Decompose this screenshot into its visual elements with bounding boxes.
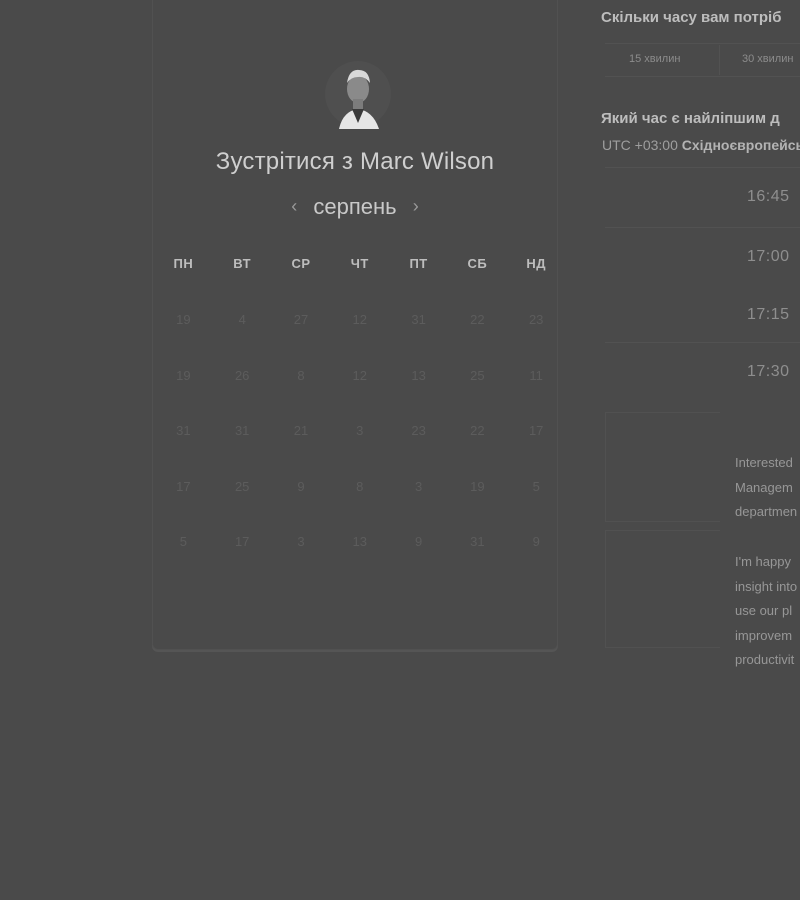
calendar-day[interactable]: 8 — [330, 479, 389, 494]
calendar-day[interactable]: 23 — [389, 423, 448, 438]
calendar-row: 5 17 3 13 9 31 9 — [154, 534, 566, 549]
weekday-label: СБ — [467, 256, 488, 271]
calendar-day[interactable]: 31 — [213, 423, 272, 438]
weekday-label: ПН — [173, 256, 194, 271]
duration-question: Скільки часу вам потріб — [601, 9, 782, 26]
calendar-day[interactable]: 25 — [448, 368, 507, 383]
description-line: use our pl — [735, 603, 793, 618]
info-panel — [605, 412, 720, 522]
calendar-day[interactable]: 12 — [330, 312, 389, 327]
calendar-day[interactable]: 3 — [389, 479, 448, 494]
calendar-row: 17 25 9 8 3 19 5 — [154, 479, 566, 494]
description-paragraph: I'm happy insight into use our pl improv… — [735, 550, 800, 673]
calendar-day[interactable]: 3 — [330, 423, 389, 438]
description-line: Managem — [735, 479, 793, 495]
timezone-name: Східноєвропейсь — [681, 137, 800, 153]
duration-option-30[interactable]: 30 хвилин — [742, 53, 793, 65]
next-month-button[interactable]: › — [403, 196, 429, 217]
calendar-day[interactable]: 8 — [272, 368, 331, 383]
calendar-day[interactable]: 5 — [507, 479, 566, 494]
calendar-day[interactable]: 31 — [154, 423, 213, 438]
time-slot[interactable]: 17:30 — [605, 342, 800, 400]
host-avatar — [321, 59, 395, 129]
calendar-day[interactable]: 4 — [213, 312, 272, 327]
calendar-day[interactable]: 19 — [154, 312, 213, 327]
calendar-day[interactable]: 17 — [154, 479, 213, 494]
calendar-day[interactable]: 12 — [330, 368, 389, 383]
calendar-row: 19 4 27 12 31 22 23 — [154, 312, 566, 327]
weekday-label: ВТ — [233, 256, 252, 271]
page-title: Зустрітися з Marc Wilson — [215, 148, 495, 175]
time-slot-label: 17:30 — [747, 362, 790, 380]
time-question: Який час є найліпшим д — [601, 110, 780, 127]
calendar-day[interactable]: 3 — [272, 534, 331, 549]
calendar-day[interactable]: 31 — [389, 312, 448, 327]
info-panel — [605, 530, 720, 648]
calendar-day[interactable]: 17 — [507, 423, 566, 438]
calendar-day[interactable]: 27 — [272, 312, 331, 327]
calendar-day[interactable]: 22 — [448, 423, 507, 438]
calendar-row: 31 31 21 3 23 22 17 — [154, 423, 566, 438]
calendar-day[interactable]: 21 — [272, 423, 331, 438]
time-slot-label: 17:15 — [747, 306, 790, 323]
calendar-day[interactable]: 31 — [448, 534, 507, 549]
timezone-offset: UTC +03:00 — [602, 137, 678, 153]
calendar-day[interactable]: 25 — [213, 479, 272, 494]
description-line: Interested — [735, 455, 793, 470]
description-line: insight into — [735, 578, 798, 594]
weekday-label: НД — [526, 256, 546, 271]
time-slot[interactable]: 17:00 — [605, 227, 800, 285]
weekday-header: ПН ВТ СР ЧТ ПТ СБ НД — [154, 256, 566, 271]
description-line: improvem — [735, 627, 793, 643]
description-line: departmen — [735, 504, 798, 519]
description-line: I'm happy — [735, 554, 791, 569]
time-slot-label: 17:00 — [747, 247, 790, 265]
month-navigator: ‹ серпень › — [152, 194, 558, 220]
calendar-day[interactable]: 23 — [507, 312, 566, 327]
time-slot[interactable]: 17:15 — [605, 286, 800, 344]
calendar-day[interactable]: 13 — [389, 368, 448, 383]
calendar-day[interactable]: 9 — [389, 534, 448, 549]
calendar-day[interactable]: 9 — [507, 534, 566, 549]
duration-option-15[interactable]: 15 хвилин — [629, 53, 680, 65]
calendar-day[interactable]: 11 — [507, 368, 566, 383]
calendar-day[interactable]: 9 — [272, 479, 331, 494]
time-slot-label: 16:45 — [747, 187, 790, 205]
duration-divider — [719, 45, 720, 75]
description-line: productivit — [735, 652, 795, 667]
weekday-label: ПТ — [409, 256, 428, 271]
prev-month-button[interactable]: ‹ — [281, 196, 307, 217]
calendar-day[interactable]: 13 — [330, 534, 389, 549]
calendar-day[interactable]: 19 — [448, 479, 507, 494]
calendar-day[interactable]: 17 — [213, 534, 272, 549]
calendar-row: 19 26 8 12 13 25 11 — [154, 368, 566, 383]
time-slot[interactable]: 16:45 — [605, 167, 800, 225]
weekday-label: СР — [291, 256, 311, 271]
calendar-day[interactable]: 26 — [213, 368, 272, 383]
weekday-label: ЧТ — [350, 256, 369, 271]
timezone-label[interactable]: UTC +03:00 Східноєвропейсь — [602, 137, 800, 153]
calendar-day[interactable]: 22 — [448, 312, 507, 327]
month-label: серпень — [313, 194, 397, 219]
calendar-day[interactable]: 5 — [154, 534, 213, 549]
description-paragraph: Interested Managem departmen — [735, 451, 800, 525]
calendar-day[interactable]: 19 — [154, 368, 213, 383]
